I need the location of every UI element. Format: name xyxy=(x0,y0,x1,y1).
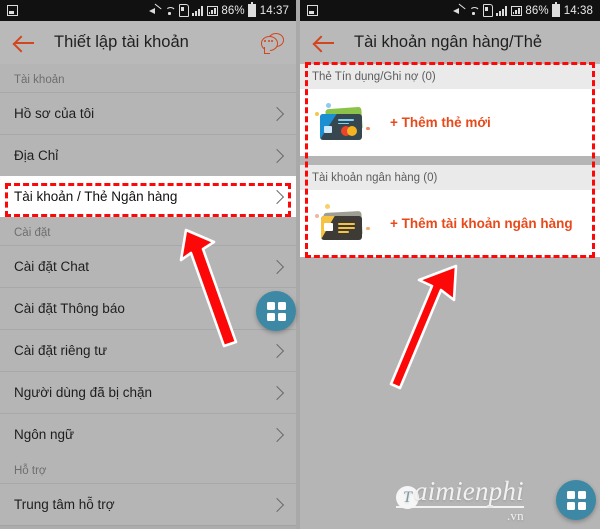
back-arrow-icon[interactable] xyxy=(13,31,37,55)
mute-icon xyxy=(148,5,161,16)
battery-icon xyxy=(248,2,257,17)
chevron-right-icon xyxy=(269,343,285,358)
wallet-icon xyxy=(314,203,370,244)
wifi-icon xyxy=(468,6,479,16)
bank-accounts-body: Thẻ Tín dụng/Ghi nợ (0) + Thêm thẻ mới T… xyxy=(300,64,600,257)
section-title-bank-account: Tài khoản ngân hàng (0) xyxy=(300,165,600,190)
signal-box-icon xyxy=(510,5,522,16)
right-status-bar: 86% 14:38 xyxy=(300,0,600,21)
status-notification-area xyxy=(7,5,18,16)
notification-icon xyxy=(307,5,318,16)
add-new-card-label: + Thêm thẻ mới xyxy=(390,115,491,130)
watermark-brand: aimienphi xyxy=(414,476,524,506)
left-phone-panel: 86% 14:37 Thiết lập tài khoản Tài khoản … xyxy=(0,0,296,529)
add-bank-account-row[interactable]: + Thêm tài khoản ngân hàng xyxy=(300,190,600,257)
sdcard-icon xyxy=(178,4,189,17)
battery-percent: 86% xyxy=(221,4,245,17)
row-label: Người dùng đã bị chặn xyxy=(14,385,152,400)
group-header-account: Tài khoản xyxy=(0,64,296,92)
mute-icon xyxy=(452,5,465,16)
sidebar-item-help-center[interactable]: Trung tâm hỗ trợ xyxy=(0,483,296,525)
sidebar-item-language[interactable]: Ngôn ngữ xyxy=(0,413,296,455)
group-header-settings: Cài đặt xyxy=(0,217,296,245)
sidebar-item-bank-account-card[interactable]: Tài khoản / Thẻ Ngân hàng xyxy=(0,176,296,217)
status-system-area: 86% 14:38 xyxy=(452,2,593,17)
row-label: Trung tâm hỗ trợ xyxy=(14,497,115,512)
battery-percent: 86% xyxy=(525,4,549,17)
row-label: Địa Chỉ xyxy=(14,148,59,163)
chevron-right-icon xyxy=(269,497,285,512)
signal-icon xyxy=(496,5,508,16)
sidebar-item-my-profile[interactable]: Hồ sơ của tôi xyxy=(0,92,296,134)
page-title: Thiết lập tài khoản xyxy=(54,33,189,51)
section-title-credit-card: Thẻ Tín dụng/Ghi nợ (0) xyxy=(300,64,600,89)
right-phone-panel: 86% 14:38 Tài khoản ngân hàng/Thẻ Thẻ Tí… xyxy=(300,0,600,529)
signal-icon xyxy=(192,5,204,16)
sidebar-item-address[interactable]: Địa Chỉ xyxy=(0,134,296,176)
signal-box-icon xyxy=(206,5,218,16)
right-app-bar: Tài khoản ngân hàng/Thẻ xyxy=(300,21,600,64)
row-label: Cài đặt Chat xyxy=(14,259,90,274)
chevron-right-icon xyxy=(269,106,285,121)
chevron-right-icon xyxy=(269,148,285,163)
grid-apps-fab-right[interactable] xyxy=(556,480,596,520)
row-label: Hồ sơ của tôi xyxy=(14,106,95,121)
row-label: Cài đặt riêng tư xyxy=(14,343,108,358)
settings-list: Tài khoản Hồ sơ của tôi Địa Chỉ Tài khoả… xyxy=(0,64,296,529)
left-app-bar: Thiết lập tài khoản xyxy=(0,21,296,64)
grid-apps-fab-left[interactable] xyxy=(256,291,296,331)
clock: 14:37 xyxy=(259,4,289,17)
sidebar-item-privacy-settings[interactable]: Cài đặt riêng tư xyxy=(0,329,296,371)
wifi-icon xyxy=(164,6,175,16)
watermark: Taimienphi .vn xyxy=(396,478,524,522)
left-status-bar: 86% 14:37 xyxy=(0,0,296,21)
grid-apps-icon xyxy=(566,490,586,510)
status-system-area: 86% 14:37 xyxy=(148,2,289,17)
group-header-support: Hỗ trợ xyxy=(0,455,296,483)
watermark-tld: .vn xyxy=(396,506,524,522)
screenshot-stage: 86% 14:37 Thiết lập tài khoản Tài khoản … xyxy=(0,0,600,529)
grid-apps-icon xyxy=(266,301,286,321)
add-new-card-row[interactable]: + Thêm thẻ mới xyxy=(300,89,600,156)
chevron-right-icon xyxy=(269,189,285,204)
row-label: Tài khoản / Thẻ Ngân hàng xyxy=(14,189,178,204)
credit-card-icon xyxy=(314,102,370,143)
section-separator xyxy=(300,156,600,165)
back-arrow-icon[interactable] xyxy=(313,31,337,55)
chevron-right-icon xyxy=(269,385,285,400)
row-label: Cài đặt Thông báo xyxy=(14,301,125,316)
list-bottom-spacer xyxy=(0,525,296,529)
chat-bubble-icon[interactable] xyxy=(261,33,284,53)
page-title: Tài khoản ngân hàng/Thẻ xyxy=(354,33,543,51)
notification-icon xyxy=(7,5,18,16)
battery-icon xyxy=(552,2,561,17)
sdcard-icon xyxy=(482,4,493,17)
chevron-right-icon xyxy=(269,259,285,274)
add-bank-account-label: + Thêm tài khoản ngân hàng xyxy=(390,216,573,231)
row-label: Ngôn ngữ xyxy=(14,427,75,442)
sidebar-item-notification-settings[interactable]: Cài đặt Thông báo xyxy=(0,287,296,329)
sidebar-item-chat-settings[interactable]: Cài đặt Chat xyxy=(0,245,296,287)
status-notification-area xyxy=(307,5,318,16)
sidebar-item-blocked-users[interactable]: Người dùng đã bị chặn xyxy=(0,371,296,413)
chevron-right-icon xyxy=(269,427,285,442)
clock: 14:38 xyxy=(563,4,593,17)
